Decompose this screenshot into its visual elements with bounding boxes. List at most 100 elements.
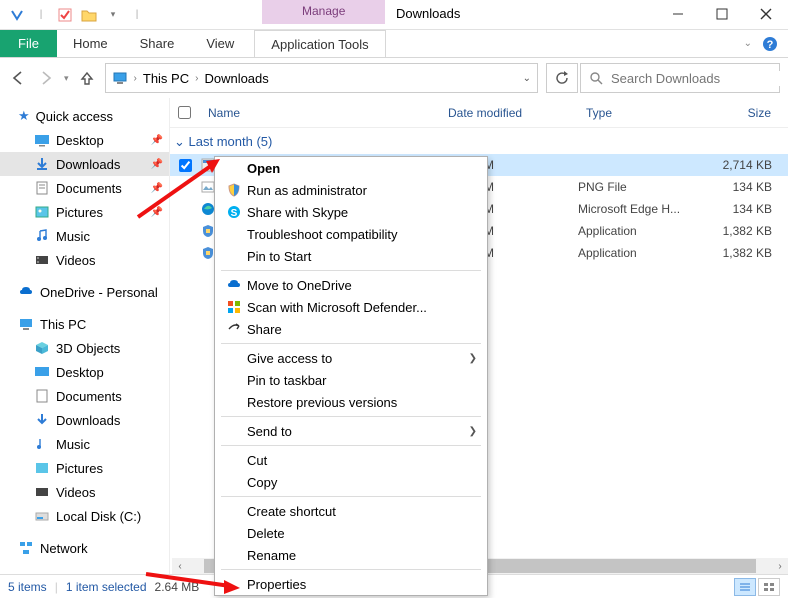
nav-label: Documents	[56, 389, 122, 404]
menu-share-skype[interactable]: SShare with Skype	[215, 201, 487, 223]
application-tools-tab[interactable]: Application Tools	[254, 30, 385, 57]
nav-pc-videos[interactable]: Videos	[0, 480, 169, 504]
nav-pc-music[interactable]: Music	[0, 432, 169, 456]
defender-icon	[221, 299, 247, 315]
chevron-right-icon: ›	[134, 73, 137, 84]
close-button[interactable]	[744, 0, 788, 28]
menu-open[interactable]: Open	[215, 157, 487, 179]
nav-pc-downloads[interactable]: Downloads	[0, 408, 169, 432]
nav-pc-pictures[interactable]: Pictures	[0, 456, 169, 480]
navigation-pane[interactable]: ★Quick access Desktop📌 Downloads📌 Docume…	[0, 98, 170, 574]
column-type[interactable]: Type	[578, 106, 700, 120]
row-size: 134 KB	[700, 180, 788, 194]
pc-icon	[112, 70, 128, 86]
skype-icon: S	[221, 204, 247, 220]
nav-3d-objects[interactable]: 3D Objects	[0, 336, 169, 360]
details-view-button[interactable]	[734, 578, 756, 596]
row-size: 134 KB	[700, 202, 788, 216]
breadcrumb-this-pc[interactable]: This PC	[143, 71, 189, 86]
nav-this-pc[interactable]: This PC	[40, 317, 86, 332]
menu-share[interactable]: Share	[215, 318, 487, 340]
menu-move-onedrive[interactable]: Move to OneDrive	[215, 274, 487, 296]
svg-text:?: ?	[767, 39, 774, 51]
nav-label: Desktop	[56, 365, 104, 380]
nav-onedrive[interactable]: OneDrive - Personal	[40, 285, 158, 300]
row-size: 1,382 KB	[700, 224, 788, 238]
up-button[interactable]	[77, 68, 97, 88]
icons-view-button[interactable]	[758, 578, 780, 596]
nav-label: Pictures	[56, 461, 103, 476]
menu-scan-defender[interactable]: Scan with Microsoft Defender...	[215, 296, 487, 318]
share-tab[interactable]: Share	[124, 30, 191, 57]
nav-local-disk[interactable]: Local Disk (C:)	[0, 504, 169, 528]
select-all-checkbox[interactable]	[178, 106, 191, 119]
menu-restore-versions[interactable]: Restore previous versions	[215, 391, 487, 413]
history-dropdown-icon[interactable]: ▾	[64, 73, 69, 84]
menu-properties[interactable]: Properties	[215, 573, 487, 595]
star-icon: ★	[18, 108, 30, 124]
checkbox-icon[interactable]	[56, 8, 74, 22]
menu-pin-start[interactable]: Pin to Start	[215, 245, 487, 267]
nav-pc-desktop[interactable]: Desktop	[0, 360, 169, 384]
address-bar[interactable]: › This PC › Downloads ⌄	[105, 63, 538, 93]
row-checkbox[interactable]	[179, 159, 192, 172]
menu-delete[interactable]: Delete	[215, 522, 487, 544]
nav-label: Documents	[56, 181, 122, 196]
menu-give-access[interactable]: Give access to❯	[215, 347, 487, 369]
qat-separator-icon: |	[32, 8, 50, 22]
column-size[interactable]: Size	[700, 106, 788, 120]
view-tab[interactable]: View	[190, 30, 250, 57]
nav-videos[interactable]: Videos	[0, 248, 169, 272]
nav-label: Desktop	[56, 133, 104, 148]
file-tab[interactable]: File	[0, 30, 57, 57]
pin-icon: 📌	[151, 135, 163, 146]
menu-create-shortcut[interactable]: Create shortcut	[215, 500, 487, 522]
minimize-button[interactable]	[656, 0, 700, 28]
home-tab[interactable]: Home	[57, 30, 124, 57]
search-input[interactable]	[611, 71, 787, 86]
chevron-right-icon: ›	[195, 73, 198, 84]
search-box[interactable]	[580, 63, 780, 93]
menu-copy[interactable]: Copy	[215, 471, 487, 493]
scroll-left-button[interactable]: ‹	[172, 561, 188, 572]
nav-music[interactable]: Music	[0, 224, 169, 248]
back-button[interactable]	[8, 68, 28, 88]
menu-pin-taskbar[interactable]: Pin to taskbar	[215, 369, 487, 391]
nav-pc-documents[interactable]: Documents	[0, 384, 169, 408]
nav-documents[interactable]: Documents📌	[0, 176, 169, 200]
window-title: Downloads	[396, 6, 460, 21]
nav-label: Local Disk (C:)	[56, 509, 141, 524]
menu-troubleshoot[interactable]: Troubleshoot compatibility	[215, 223, 487, 245]
nav-desktop[interactable]: Desktop 📌	[0, 128, 169, 152]
menu-cut[interactable]: Cut	[215, 449, 487, 471]
scroll-right-button[interactable]: ›	[772, 561, 788, 572]
share-icon	[221, 321, 247, 337]
nav-label: Pictures	[56, 205, 103, 220]
forward-button[interactable]	[36, 68, 56, 88]
nav-label: Downloads	[56, 413, 120, 428]
row-type: PNG File	[578, 180, 700, 194]
menu-rename[interactable]: Rename	[215, 544, 487, 566]
menu-send-to[interactable]: Send to❯	[215, 420, 487, 442]
shield-admin-icon	[221, 182, 247, 198]
group-header[interactable]: ⌄ Last month (5)	[170, 128, 788, 154]
help-icon[interactable]: ?	[762, 36, 778, 52]
nav-network[interactable]: Network	[40, 541, 88, 556]
nav-pictures[interactable]: Pictures 📌	[0, 200, 169, 224]
nav-downloads[interactable]: Downloads📌	[0, 152, 169, 176]
breadcrumb-downloads[interactable]: Downloads	[204, 71, 268, 86]
address-dropdown-icon[interactable]: ⌄	[523, 73, 531, 84]
manage-contextual-tab[interactable]: Manage	[262, 0, 385, 24]
column-date[interactable]: Date modified	[440, 106, 578, 120]
refresh-button[interactable]	[546, 63, 578, 93]
pin-icon: 📌	[151, 207, 163, 218]
qat-dropdown-icon[interactable]: ▾	[104, 8, 122, 22]
menu-run-as-admin[interactable]: Run as administrator	[215, 179, 487, 201]
column-name[interactable]: Name	[200, 106, 440, 120]
group-label: Last month (5)	[189, 134, 273, 149]
folder-icon[interactable]	[80, 8, 98, 22]
quick-access-header[interactable]: Quick access	[36, 109, 113, 124]
ribbon-expand-icon[interactable]: ⌄	[744, 38, 752, 49]
maximize-button[interactable]	[700, 0, 744, 28]
status-selected-count: 1 item selected	[66, 580, 147, 594]
